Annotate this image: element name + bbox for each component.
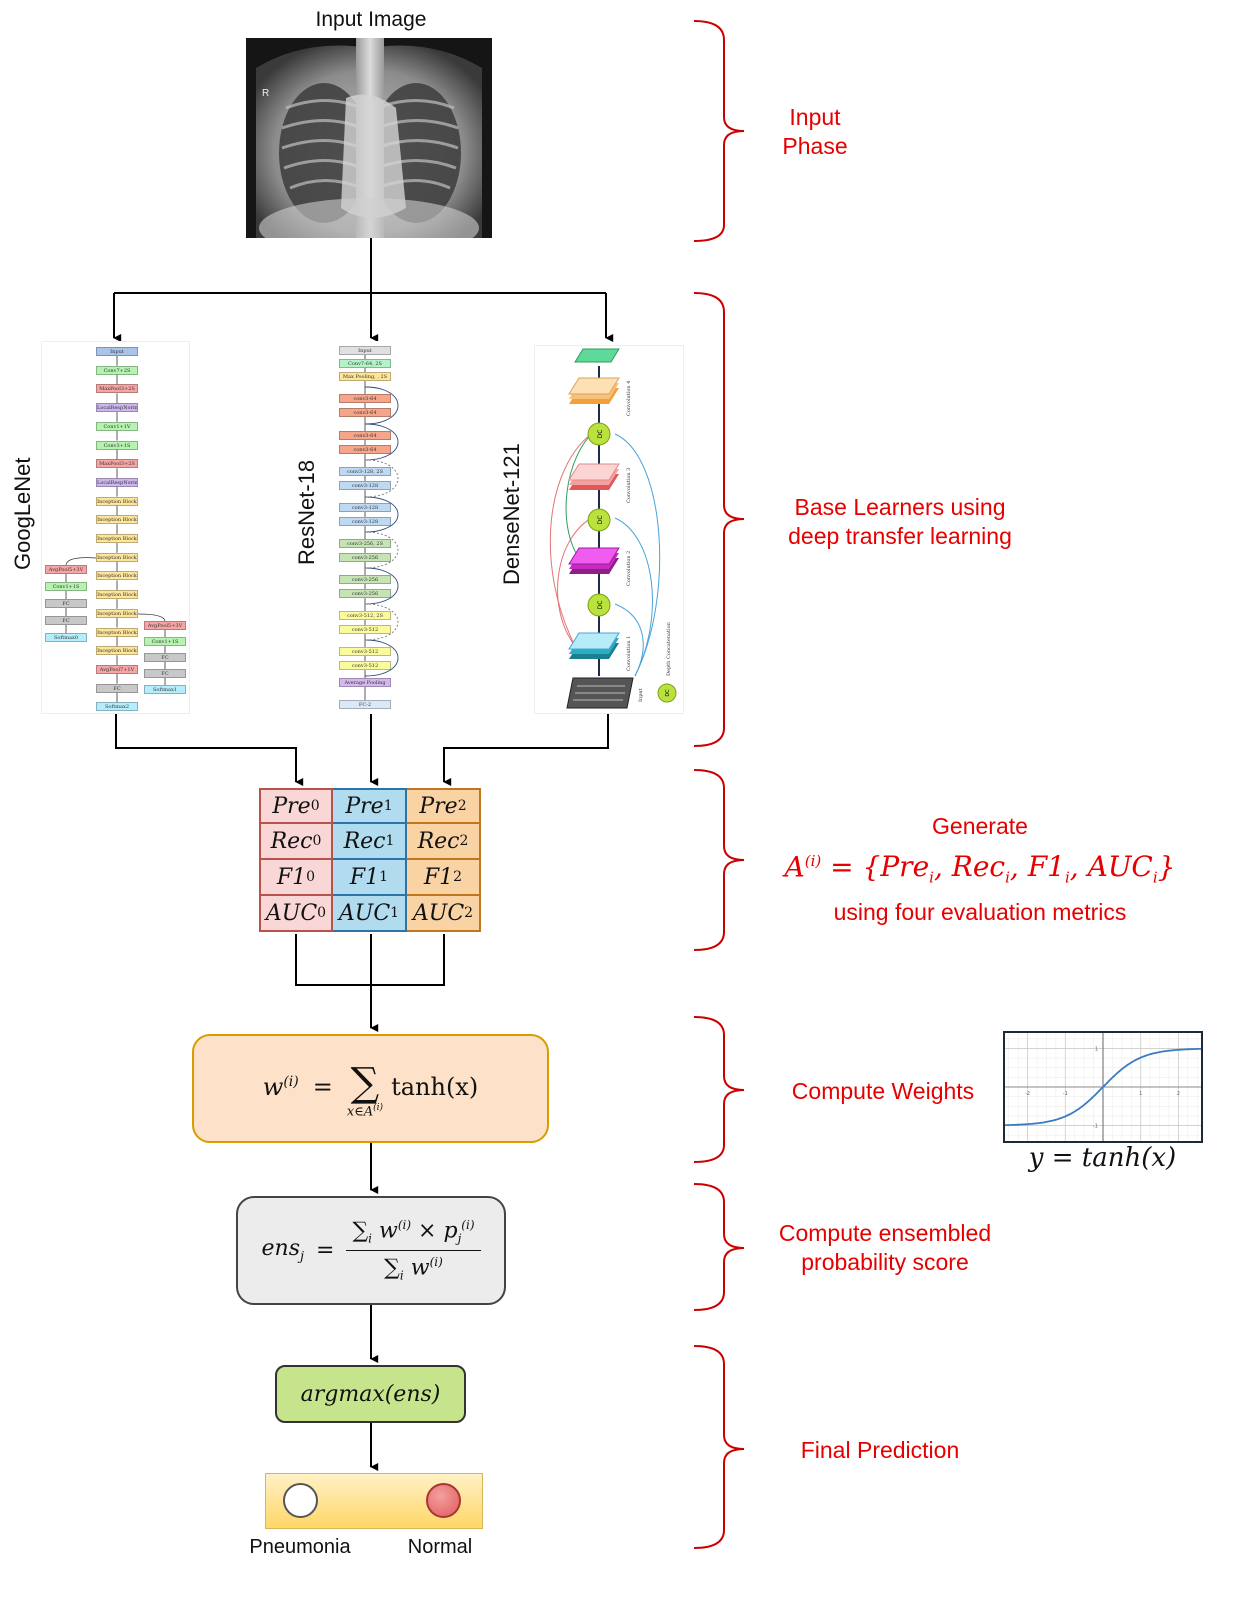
tanh-x-tick: -2 bbox=[1025, 1091, 1030, 1097]
phase-input-line1: Input bbox=[789, 104, 841, 130]
phase-label-generate: Generate A(i) = {Prei, Reci, F1i, AUCi} … bbox=[755, 812, 1205, 927]
tanh-y-tick: 1 bbox=[1095, 1046, 1098, 1052]
normal-indicator bbox=[426, 1483, 461, 1518]
phase-ensemble-line2: probability score bbox=[801, 1249, 969, 1275]
densenet-label: DenseNet-121 bbox=[499, 443, 524, 585]
resnet-skip-connections bbox=[364, 355, 399, 700]
metric-cell-auc-2: AUC 2 bbox=[407, 896, 481, 932]
tanh-x-tick: 2 bbox=[1177, 1091, 1180, 1097]
svg-text:DC: DC bbox=[597, 516, 604, 525]
tanh-x-tick: 1 bbox=[1139, 1091, 1142, 1097]
metric-cell-rec-1: Rec 1 bbox=[333, 824, 407, 860]
weight-formula-box: w(i) = ∑ x∈A(i) tanh(x) bbox=[192, 1034, 549, 1143]
metric-cell-f1-0: F1 0 bbox=[259, 860, 333, 896]
phase-label-input: Input Phase bbox=[760, 103, 870, 161]
ensemble-formula-box: ensj = ∑i w(i) × pj(i) ∑i w(i) bbox=[236, 1196, 506, 1305]
phase-input-line2: Phase bbox=[782, 133, 848, 159]
pneumonia-indicator bbox=[283, 1483, 318, 1518]
bracket-weights bbox=[693, 1016, 745, 1163]
arrow-densenet-to-metrics bbox=[443, 712, 609, 786]
normal-label: Normal bbox=[407, 1536, 473, 1558]
metric-cell-rec-0: Rec 0 bbox=[259, 824, 333, 860]
googlenet-connectors bbox=[65, 356, 166, 703]
phase-label-final: Final Prediction bbox=[800, 1437, 960, 1463]
densenet-conv1-label: Convolution 1 bbox=[626, 636, 632, 671]
metric-cell-rec-2: Rec 2 bbox=[407, 824, 481, 860]
bracket-generate bbox=[693, 769, 745, 951]
densenet-conv2 bbox=[568, 547, 620, 574]
phase-base-line2: deep transfer learning bbox=[788, 523, 1012, 549]
bracket-ensemble bbox=[693, 1183, 745, 1311]
metric-cell-pre-2: Pre 2 bbox=[407, 788, 481, 824]
densenet-architecture: DC DC DC Convolution 4 Convolution 3 Con… bbox=[534, 345, 684, 714]
densenet-conv2-label: Convolution 2 bbox=[626, 551, 632, 586]
densenet-conv4-label: Convolution 4 bbox=[626, 381, 632, 416]
metric-cell-pre-0: Pre 0 bbox=[259, 788, 333, 824]
phase-label-ensemble: Compute ensembled probability score bbox=[760, 1219, 1010, 1277]
generate-formula: A(i) = {Prei, Reci, F1i, AUCi} bbox=[784, 850, 1176, 887]
resnet-architecture: Input Conv7-64, 2S Max Pooling, , 2S conv3-… bbox=[333, 341, 415, 714]
ensemble-formula: ensj = ∑i w(i) × pj(i) ∑i w(i) bbox=[262, 1218, 481, 1283]
densenet-conv3-label: Convolution 3 bbox=[626, 468, 632, 503]
phase-generate-line1: Generate bbox=[932, 813, 1028, 839]
dc-label-3: DC bbox=[597, 430, 604, 439]
pneumonia-label: Pneumonia bbox=[249, 1536, 351, 1558]
metric-cell-auc-0: AUC 0 bbox=[259, 896, 333, 932]
metric-cell-f1-2: F1 2 bbox=[407, 860, 481, 896]
densenet-conv3 bbox=[568, 463, 620, 490]
argmax-box: argmax(ens) bbox=[275, 1365, 466, 1423]
densenet-legend-label: Depth Concatenation bbox=[666, 621, 672, 676]
metrics-table: Pre 0 Pre 1 Pre 2 Rec 0 Rec 1 Rec 2 F1 0 F1 1 F1 2 AUC 0 AUC… bbox=[259, 788, 481, 932]
connector-layer bbox=[113, 20, 745, 1549]
densenet-conv4 bbox=[568, 377, 620, 404]
phase-label-base-learners: Base Learners using deep transfer learni… bbox=[760, 493, 1040, 551]
metric-cell-f1-1: F1 1 bbox=[333, 860, 407, 896]
densenet-output-layer bbox=[574, 348, 620, 363]
bracket-final bbox=[693, 1345, 745, 1549]
output-classes-box bbox=[265, 1473, 483, 1529]
ensemble-denominator: ∑i w(i) bbox=[346, 1250, 481, 1283]
densenet-drawing: DC DC DC Convolution 4 Convolution 3 Con… bbox=[549, 348, 677, 709]
phase-base-line1: Base Learners using bbox=[794, 494, 1006, 520]
chest-xray-image: R bbox=[246, 38, 492, 238]
googlenet-architecture: Input Conv7+2S MaxPool3+2S LocalRespNorm Con… bbox=[41, 341, 190, 714]
densenet-conv1 bbox=[568, 632, 620, 659]
tanh-plot-svg: -2 -1 1 2 1 -1 bbox=[1005, 1033, 1201, 1141]
bracket-input-phase bbox=[693, 20, 745, 242]
xray-side-marker: R bbox=[262, 88, 269, 99]
densenet-input-label: Input bbox=[638, 688, 644, 702]
metric-cell-auc-1: AUC 1 bbox=[333, 896, 407, 932]
phase-label-weights: Compute Weights bbox=[791, 1078, 975, 1104]
argmax-formula: argmax(ens) bbox=[300, 1381, 441, 1407]
phase-generate-line3: using four evaluation metrics bbox=[833, 898, 1127, 925]
metric-cell-pre-1: Pre 1 bbox=[333, 788, 407, 824]
phase-ensemble-line1: Compute ensembled bbox=[778, 1220, 992, 1246]
ensemble-numerator: ∑i w(i) × pj(i) bbox=[352, 1218, 475, 1246]
tanh-x-tick: -1 bbox=[1063, 1091, 1068, 1097]
xray-drawing: R bbox=[246, 38, 492, 238]
tanh-plot: -2 -1 1 2 1 -1 bbox=[1003, 1031, 1203, 1143]
svg-text:DC: DC bbox=[665, 689, 671, 697]
input-image-title: Input Image bbox=[315, 8, 427, 31]
tanh-caption: y = tanh(x) bbox=[1028, 1143, 1177, 1173]
tanh-y-tick: -1 bbox=[1093, 1124, 1098, 1130]
resnet-label: ResNet-18 bbox=[294, 459, 319, 565]
svg-text:DC: DC bbox=[597, 601, 604, 610]
weight-formula: w(i) = ∑ x∈A(i) tanh(x) bbox=[262, 1060, 479, 1120]
googlenet-label: GoogLeNet bbox=[10, 457, 35, 570]
arrow-googlenet-to-metrics bbox=[115, 712, 304, 786]
bracket-base-learners bbox=[693, 292, 745, 747]
